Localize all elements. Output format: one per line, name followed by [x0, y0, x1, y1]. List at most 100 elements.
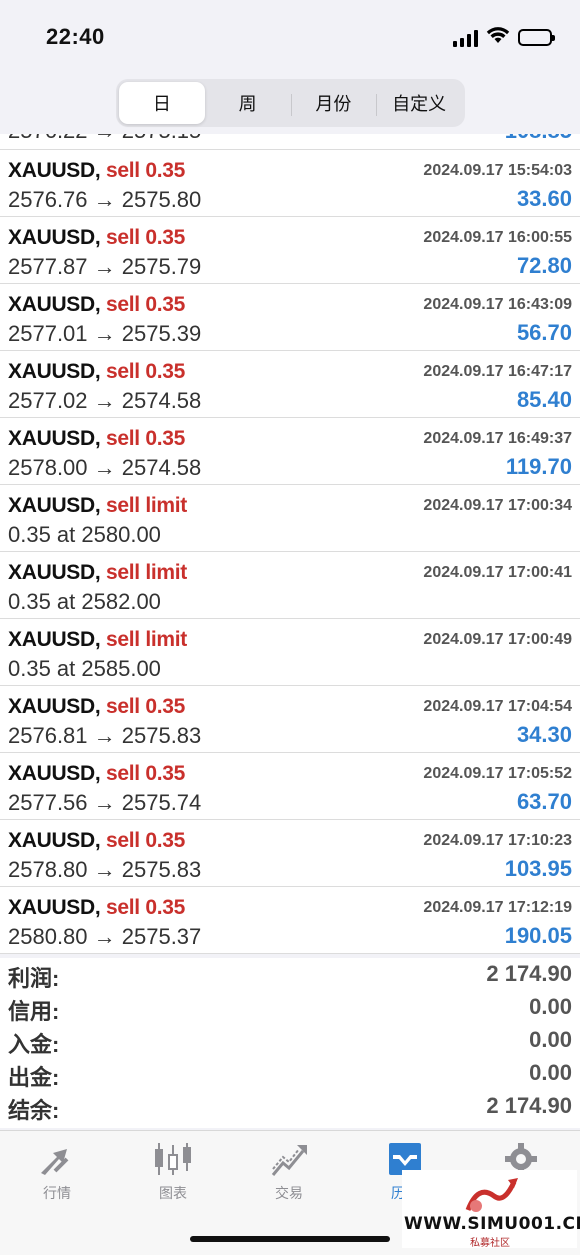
list-item[interactable]: XAUUSD, sell limit 2024.09.17 17:00:49 0.3… [0, 619, 580, 686]
order-symbol: XAUUSD, [8, 561, 101, 584]
cellular-signal-icon [453, 29, 478, 47]
order-symbol: XAUUSD, [8, 628, 101, 651]
order-time: 2024.09.17 17:00:34 [423, 497, 572, 514]
summary-withdrawal-label: 出金: [8, 1065, 60, 1090]
summary-profit-label: 利润: [8, 966, 60, 991]
segment-day[interactable]: 日 [119, 82, 205, 124]
order-side: sell 0.35 [105, 293, 186, 316]
order-side: sell 0.35 [105, 427, 186, 450]
order-symbol: XAUUSD, [8, 293, 101, 316]
watermark-sub: 私募社区 [470, 1238, 510, 1249]
order-profit: 63.70 [516, 789, 572, 814]
history-list[interactable]: 2576.22 → 2575.15 108.85 XAUUSD, sell 0.… [0, 134, 580, 954]
order-profit: 72.80 [516, 253, 572, 278]
summary-profit-row: 利润: 2 174.90 [0, 958, 580, 991]
order-prices: 2578.80 → 2575.83 [8, 857, 202, 882]
order-time: 2024.09.17 16:00:55 [423, 229, 572, 246]
watermark-logo-icon [465, 1178, 518, 1212]
summary-profit-value: 2 174.90 [486, 961, 572, 986]
list-item[interactable]: XAUUSD, sell 0.35 2024.09.17 16:43:09 2577… [0, 284, 580, 351]
tab-trade[interactable]: 交易 [239, 1141, 339, 1211]
summary-deposit-value: 0.00 [529, 1027, 572, 1052]
summary-balance-row: 结余: 2 174.90 [0, 1090, 580, 1123]
list-item[interactable]: XAUUSD, sell 0.35 2024.09.17 16:00:55 2577… [0, 217, 580, 284]
summary-balance-value: 2 174.90 [486, 1093, 572, 1118]
status-icons [453, 26, 555, 49]
order-title: XAUUSD, sell 0.35 [8, 360, 185, 384]
order-title: XAUUSD, sell 0.35 [8, 293, 185, 317]
trade-chart-icon [271, 1145, 307, 1176]
watermark-url: WWW.SIMU001.CN [404, 1214, 580, 1234]
quotes-arrows-icon [41, 1149, 69, 1175]
order-prices: 0.35 at 2585.00 [8, 656, 161, 681]
tab-charts[interactable]: 图表 [123, 1141, 223, 1211]
order-side: sell 0.35 [105, 159, 186, 182]
wifi-icon [486, 26, 510, 49]
order-prices: 2576.81 → 2575.83 [8, 723, 202, 748]
summary-credit-label: 信用: [8, 999, 60, 1024]
order-side: sell 0.35 [105, 762, 186, 785]
order-prices: 2577.01 → 2575.39 [8, 321, 202, 346]
order-title: XAUUSD, sell 0.35 [8, 695, 185, 719]
order-profit: 119.70 [505, 454, 572, 479]
order-title: XAUUSD, sell limit [8, 561, 187, 585]
order-profit: 85.40 [516, 387, 572, 412]
order-profit: 56.70 [516, 320, 572, 345]
order-symbol: XAUUSD, [8, 896, 101, 919]
order-symbol: XAUUSD, [8, 494, 101, 517]
order-title: XAUUSD, sell 0.35 [8, 896, 185, 920]
order-prices: 2577.87 → 2575.79 [8, 254, 202, 279]
summary-credit-row: 信用: 0.00 [0, 991, 580, 1024]
order-prices: 2576.76 → 2575.80 [8, 187, 202, 212]
order-profit: 108.85 [505, 134, 572, 144]
list-item[interactable]: XAUUSD, sell limit 2024.09.17 17:00:34 0.3… [0, 485, 580, 552]
order-title: XAUUSD, sell 0.35 [8, 762, 185, 786]
segment-month[interactable]: 月份 [290, 82, 377, 124]
home-indicator[interactable] [190, 1236, 390, 1242]
order-side: sell 0.35 [105, 226, 186, 249]
list-item[interactable]: XAUUSD, sell 0.35 2024.09.17 16:47:17 2577… [0, 351, 580, 418]
order-prices: 2576.22 → 2575.15 [8, 134, 201, 144]
list-item[interactable]: XAUUSD, sell 0.35 2024.09.17 17:04:54 2576… [0, 686, 580, 753]
list-item[interactable]: XAUUSD, sell 0.35 2024.09.17 17:12:19 2580… [0, 887, 580, 954]
order-time: 2024.09.17 15:54:03 [423, 162, 572, 179]
order-prices: 0.35 at 2582.00 [8, 589, 161, 614]
order-title: XAUUSD, sell 0.35 [8, 829, 185, 853]
order-title: XAUUSD, sell 0.35 [8, 159, 185, 183]
summary-deposit-label: 入金: [8, 1032, 60, 1057]
order-title: XAUUSD, sell limit [8, 494, 187, 518]
order-symbol: XAUUSD, [8, 360, 101, 383]
order-side: sell 0.35 [105, 360, 186, 383]
order-side: sell limit [105, 628, 187, 651]
list-item[interactable]: XAUUSD, sell 0.35 2024.09.17 17:10:23 2578… [0, 820, 580, 887]
order-side: sell 0.35 [105, 695, 186, 718]
order-symbol: XAUUSD, [8, 159, 101, 182]
order-time: 2024.09.17 17:00:41 [423, 564, 572, 581]
order-time: 2024.09.17 16:47:17 [423, 363, 572, 380]
list-item[interactable]: XAUUSD, sell 0.35 2024.09.17 16:49:37 2578… [0, 418, 580, 485]
candlestick-chart-icon [155, 1143, 191, 1175]
order-profit: 34.30 [516, 722, 572, 747]
list-item-partial[interactable]: 2576.22 → 2575.15 108.85 [0, 134, 580, 150]
segment-week[interactable]: 周 [205, 82, 291, 124]
order-profit: 33.60 [516, 186, 572, 211]
order-side: sell limit [105, 561, 187, 584]
summary-deposit-row: 入金: 0.00 [0, 1024, 580, 1057]
list-item[interactable]: XAUUSD, sell 0.35 2024.09.17 15:54:03 2576… [0, 150, 580, 217]
order-title: XAUUSD, sell limit [8, 628, 187, 652]
tab-charts-label: 图表 [159, 1185, 187, 1201]
order-symbol: XAUUSD, [8, 762, 101, 785]
order-prices: 2578.00 → 2574.58 [8, 455, 202, 480]
list-item[interactable]: XAUUSD, sell limit 2024.09.17 17:00:41 0.3… [0, 552, 580, 619]
order-prices: 2577.02 → 2574.58 [8, 388, 202, 413]
order-title: XAUUSD, sell 0.35 [8, 427, 185, 451]
order-rows: XAUUSD, sell 0.35 2024.09.17 15:54:03 2576… [0, 150, 580, 954]
order-time: 2024.09.17 16:49:37 [423, 430, 572, 447]
tab-quotes[interactable]: 行情 [7, 1141, 107, 1211]
order-side: sell 0.35 [105, 896, 186, 919]
segment-custom[interactable]: 自定义 [376, 82, 462, 124]
order-symbol: XAUUSD, [8, 226, 101, 249]
account-summary: 利润: 2 174.90 信用: 0.00 入金: 0.00 出金: 0.00 … [0, 958, 580, 1128]
list-item[interactable]: XAUUSD, sell 0.35 2024.09.17 17:05:52 2577… [0, 753, 580, 820]
status-time: 22:40 [46, 24, 105, 49]
